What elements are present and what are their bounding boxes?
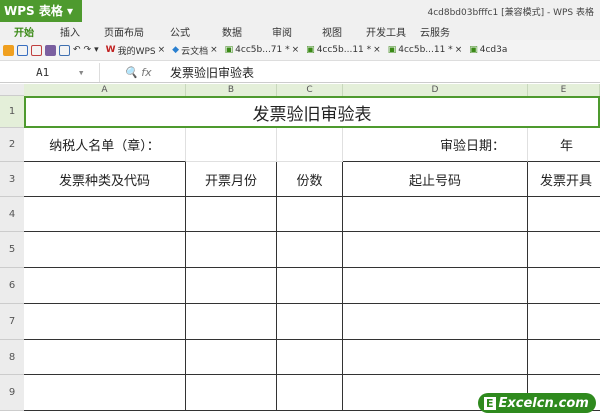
save-icon[interactable] [17,44,28,56]
cell-A9[interactable] [24,375,186,411]
watermark-text: Excelcn.com [498,395,589,411]
menu-home[interactable]: 开始 [0,24,34,39]
cell-C6[interactable] [277,268,343,304]
cell-B9[interactable] [186,375,277,411]
ribbon-menu: 开始 插入 页面布局 公式 数据 审阅 视图 开发工具 云服务 [0,22,600,40]
menu-insert[interactable]: 插入 [34,24,80,39]
tab-doc-3[interactable]: ▣ 4cc5b...11 * × [388,45,463,55]
app-button-label: WPS 表格 [4,4,63,18]
cell-reference: A1 [36,65,50,79]
fx-icon[interactable]: fx [141,66,151,79]
cell-D6[interactable] [343,268,528,304]
cell-E4[interactable] [528,197,600,232]
cell-C2[interactable] [277,128,343,162]
cell-A7[interactable] [24,304,186,340]
app-menu-button[interactable]: WPS 表格 ▾ [0,0,82,22]
column-header-D[interactable]: D [343,84,528,96]
cell-B6[interactable] [186,268,277,304]
cell-D4[interactable] [343,197,528,232]
row-header-7[interactable]: 7 [0,304,24,340]
cell-A4[interactable] [24,197,186,232]
cell-E7[interactable] [528,304,600,340]
column-header-C[interactable]: C [277,84,343,96]
cell-D7[interactable] [343,304,528,340]
menu-developer[interactable]: 开发工具 [342,24,406,39]
cell-A6[interactable] [24,268,186,304]
print-preview-icon[interactable] [59,44,70,56]
column-header-E[interactable]: E [528,84,600,96]
year-label[interactable]: 年 [528,128,600,162]
row-header-6[interactable]: 6 [0,268,24,304]
print-icon[interactable] [45,44,56,56]
tab-label: 云文档 [181,46,209,57]
cell-C9[interactable] [277,375,343,411]
cell-B7[interactable] [186,304,277,340]
cell-A5[interactable] [24,232,186,268]
tab-label: 我的WPS [117,46,156,57]
header-cell-A[interactable]: 发票种类及代码 [24,162,186,197]
menu-cloud[interactable]: 云服务 [406,24,450,39]
menu-view[interactable]: 视图 [292,24,342,39]
header-cell-B[interactable]: 开票月份 [186,162,277,197]
quick-toolbar: ↶ ↷ ▾ W 我的WPS × ◆ 云文档 × ▣ 4cc5b...71 * × ▣ 4c… [0,40,600,61]
cell-A8[interactable] [24,340,186,375]
menu-formula[interactable]: 公式 [144,24,190,39]
watermark-logo: E Excelcn.com [478,393,596,413]
window-title: 4cd8bd03bfffc1 [兼容模式] - WPS 表格 [427,8,594,18]
cell-E5[interactable] [528,232,600,268]
tab-label: 4cc5b...11 * [398,45,453,55]
tab-doc-4[interactable]: ▣ 4cd3a [469,45,507,55]
cell-D5[interactable] [343,232,528,268]
export-pdf-icon[interactable] [31,44,42,56]
tab-cloud-docs[interactable]: ◆ 云文档 × [172,44,217,57]
row-header-4[interactable]: 4 [0,197,24,232]
header-cell-E[interactable]: 发票开具 [528,162,600,197]
tab-doc-2[interactable]: ▣ 4cc5b...11 * × [306,45,381,55]
tab-label: 4cc5b...11 * [316,45,372,55]
cell-D8[interactable] [343,340,528,375]
formula-bar: A1 ▾ 🔍 fx 发票验旧审验表 [0,62,600,83]
cell-C4[interactable] [277,197,343,232]
menu-data[interactable]: 数据 [190,24,242,39]
dropdown-icon[interactable]: ▾ [94,45,99,55]
open-icon[interactable] [3,44,14,56]
cell-B5[interactable] [186,232,277,268]
column-header-A[interactable]: A [24,84,186,96]
row-header-3[interactable]: 3 [0,162,24,197]
undo-icon[interactable]: ↶ [73,45,81,55]
header-cell-D[interactable]: 起止号码 [343,162,528,197]
tab-doc-1[interactable]: ▣ 4cc5b...71 * × [225,45,300,55]
title-bar: WPS 表格 ▾ 4cd8bd03bfffc1 [兼容模式] - WPS 表格 [0,0,600,22]
cell-B8[interactable] [186,340,277,375]
column-header-B[interactable]: B [186,84,277,96]
sheet-title-cell[interactable]: 发票验旧审验表 [24,96,600,128]
cell-B2[interactable] [186,128,277,162]
formula-icons: 🔍 fx [100,66,170,79]
formula-input[interactable]: 发票验旧审验表 [170,64,254,81]
row-header-8[interactable]: 8 [0,340,24,375]
name-box[interactable]: A1 ▾ [0,62,100,82]
row-header-2[interactable]: 2 [0,128,24,162]
audit-date-label[interactable]: 审验日期： [343,128,528,162]
tab-label: 4cd3a [479,45,508,55]
cell-E6[interactable] [528,268,600,304]
taxpayer-label[interactable]: 纳税人名单（章）： [24,128,186,162]
redo-icon[interactable]: ↷ [84,45,92,55]
tab-my-wps[interactable]: W 我的WPS × [106,44,166,57]
cell-C7[interactable] [277,304,343,340]
select-all-corner[interactable] [0,84,24,96]
zoom-icon[interactable]: 🔍 [124,66,138,79]
cell-B4[interactable] [186,197,277,232]
cell-C8[interactable] [277,340,343,375]
menu-page-layout[interactable]: 页面布局 [80,24,144,39]
tab-label: 4cc5b...71 * [235,45,290,55]
cell-E8[interactable] [528,340,600,375]
menu-review[interactable]: 审阅 [242,24,292,39]
header-cell-C[interactable]: 份数 [277,162,343,197]
cell-C5[interactable] [277,232,343,268]
row-header-1[interactable]: 1 [0,96,24,128]
row-header-9[interactable]: 9 [0,375,24,411]
row-header-5[interactable]: 5 [0,232,24,268]
